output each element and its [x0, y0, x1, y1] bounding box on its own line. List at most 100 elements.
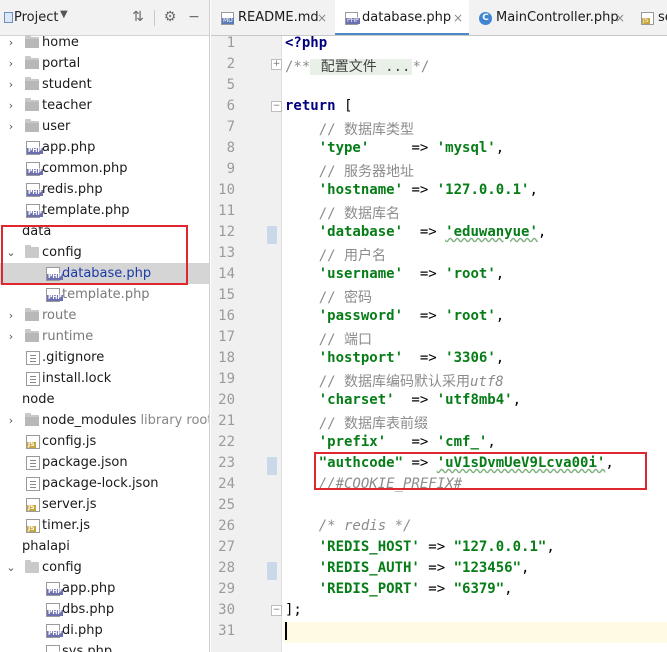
code-line-19: // 数据库编码默认采用utf8: [285, 374, 504, 390]
tree-item-label: home: [42, 35, 79, 50]
js-file-icon: JS: [641, 12, 654, 25]
chevron-right-icon[interactable]: ›: [6, 326, 16, 347]
tab-server-js[interactable]: JS ser: [631, 0, 667, 35]
tree-item[interactable]: › node_modules library root: [0, 410, 209, 431]
php-file-icon: PHP: [26, 183, 43, 197]
chevron-right-icon[interactable]: ›: [6, 32, 16, 53]
code-line-11: // 数据库名: [285, 206, 401, 222]
tree-item[interactable]: › teacher: [0, 95, 209, 116]
tree-item-label: config.js: [42, 434, 97, 449]
code-line-12: 'database' => 'eduwanyue',: [318, 224, 547, 240]
change-marker[interactable]: [267, 562, 277, 580]
chevron-right-icon[interactable]: ›: [6, 74, 16, 95]
tab-label: database.php: [362, 10, 452, 25]
tree-item[interactable]: › route: [0, 305, 209, 326]
code-line-17: // 端口: [285, 332, 373, 348]
gear-icon[interactable]: ⚙: [162, 8, 178, 26]
line-number: 13: [218, 245, 235, 261]
tree-item-label: student: [42, 77, 92, 92]
tree-item[interactable]: PHP template.php: [0, 284, 209, 305]
tree-item[interactable]: node: [0, 389, 209, 410]
code-line-13: // 用户名: [285, 248, 387, 264]
chevron-down-icon[interactable]: ⌄: [6, 557, 16, 578]
collapse-all-icon[interactable]: ⇅: [130, 8, 146, 26]
line-number: 2: [226, 56, 235, 72]
line-number: 25: [218, 497, 235, 513]
tree-item[interactable]: phalapi: [0, 536, 209, 557]
tree-item[interactable]: PHPsys.php: [0, 641, 209, 652]
tree-item[interactable]: package-lock.json: [0, 473, 209, 494]
close-icon[interactable]: ×: [453, 0, 463, 35]
hide-panel-icon[interactable]: −: [186, 8, 202, 26]
tree-item[interactable]: PHP common.php: [0, 158, 209, 179]
tree-item-label: redis.php: [42, 182, 103, 197]
tree-item-label: di.php: [62, 623, 103, 638]
folder-icon: [25, 119, 39, 132]
chevron-down-icon[interactable]: ▼: [60, 9, 68, 20]
code-line-18: 'hostport' => '3306',: [318, 350, 505, 366]
line-number: 22: [218, 434, 235, 450]
tree-item-label: config: [42, 560, 82, 575]
close-icon[interactable]: ×: [615, 0, 625, 35]
tree-item-label: user: [42, 119, 71, 134]
php-file-icon: PHP: [46, 624, 63, 638]
tree-item[interactable]: ⌄ config: [0, 557, 209, 578]
tree-item[interactable]: PHP redis.php: [0, 179, 209, 200]
chevron-right-icon[interactable]: ›: [6, 116, 16, 137]
tree-item[interactable]: › portal: [0, 53, 209, 74]
header-divider: [154, 10, 155, 26]
line-number: 10: [218, 182, 235, 198]
chevron-right-icon[interactable]: ›: [6, 95, 16, 116]
tree-item-label: node_modules library root: [42, 410, 209, 431]
change-marker[interactable]: [267, 457, 277, 475]
js-file-icon: JS: [26, 519, 40, 533]
project-title[interactable]: Project: [14, 10, 58, 25]
tree-item[interactable]: › student: [0, 74, 209, 95]
code-line-26: /* redis */: [285, 518, 412, 534]
tree-item-label: app.php: [42, 140, 96, 155]
tree-item[interactable]: PHP template.php: [0, 200, 209, 221]
tree-item[interactable]: PHP app.php: [0, 137, 209, 158]
tree-item[interactable]: JS server.js: [0, 494, 209, 515]
tree-item-label: common.php: [42, 161, 128, 176]
tab-label: MainController.php: [496, 10, 619, 25]
close-icon[interactable]: ×: [317, 0, 327, 35]
folder-icon: [25, 308, 39, 321]
tree-item[interactable]: › home: [0, 32, 209, 53]
change-marker[interactable]: [267, 226, 277, 244]
tree-item[interactable]: package.json: [0, 452, 209, 473]
tab-label: ser: [658, 10, 667, 25]
fold-toggle-icon[interactable]: −: [271, 605, 282, 616]
code-line-7: // 数据库类型: [285, 122, 415, 138]
tab-maincontroller-php[interactable]: C MainController.php ×: [469, 0, 631, 35]
code-line-1: <?php: [285, 35, 328, 51]
fold-toggle-icon[interactable]: −: [271, 101, 282, 112]
tab-readme[interactable]: MD README.md ×: [211, 0, 335, 35]
code-line-16: 'password' => 'root',: [318, 308, 505, 324]
tree-item-label: package-lock.json: [42, 476, 159, 491]
tree-item-label: portal: [42, 56, 81, 71]
tree-item[interactable]: PHP di.php: [0, 620, 209, 641]
tree-item[interactable]: › user: [0, 116, 209, 137]
chevron-right-icon[interactable]: ›: [6, 305, 16, 326]
tree-item[interactable]: install.lock: [0, 368, 209, 389]
tree-item[interactable]: JS timer.js: [0, 515, 209, 536]
tree-item-label: phalapi: [22, 539, 70, 554]
tree-item[interactable]: JS config.js: [0, 431, 209, 452]
fold-toggle-icon[interactable]: +: [271, 59, 282, 70]
tree-item[interactable]: .gitignore: [0, 347, 209, 368]
tree-item-label: dbs.php: [62, 602, 115, 617]
annotation-box-config: [1, 225, 188, 285]
chevron-right-icon[interactable]: ›: [6, 53, 16, 74]
code-line-9: // 服务器地址: [285, 164, 415, 180]
tab-database-php[interactable]: PHP database.php ×: [335, 0, 469, 35]
tree-item[interactable]: PHP dbs.php: [0, 599, 209, 620]
line-number: 19: [218, 371, 235, 387]
php-file-icon: PHP: [46, 645, 62, 652]
code-line-22: 'prefix' => 'cmf_',: [318, 434, 496, 450]
tree-item[interactable]: › runtime: [0, 326, 209, 347]
line-number: 14: [218, 266, 235, 282]
project-panel-header: Project ▼ ⇅ ⚙ −: [0, 0, 209, 36]
tree-item[interactable]: PHP app.php: [0, 578, 209, 599]
chevron-right-icon[interactable]: ›: [6, 410, 16, 431]
